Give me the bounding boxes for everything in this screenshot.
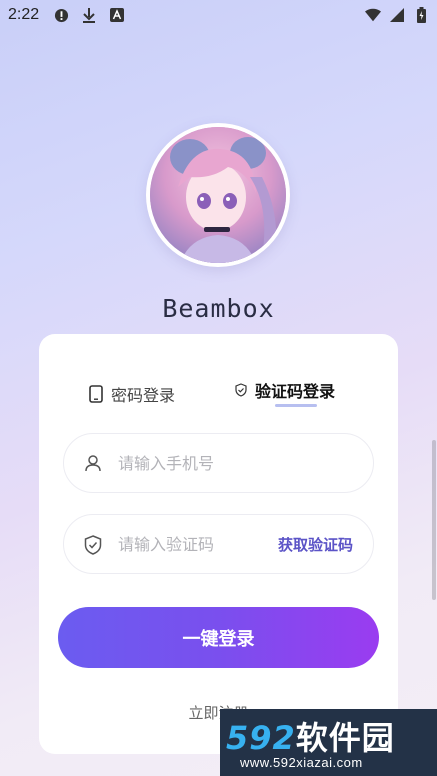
watermark-logo-number: 592 (226, 719, 296, 757)
phone-field[interactable] (63, 433, 374, 493)
alert-circle-icon (53, 7, 69, 23)
shield-icon (84, 535, 102, 555)
tab-password-label: 密码登录 (111, 386, 176, 405)
watermark-logo-text: 软件园 (295, 719, 395, 757)
tab-code-label: 验证码登录 (255, 382, 336, 401)
phone-icon (89, 385, 103, 403)
avatar (146, 123, 290, 267)
code-input[interactable] (118, 534, 278, 554)
watermark-url: www.592xiazai.com (240, 755, 363, 770)
avatar-image (150, 127, 286, 263)
status-time: 2:22 (8, 6, 40, 23)
get-code-button[interactable]: 获取验证码 (278, 534, 353, 555)
tab-password-login[interactable]: 密码登录 (89, 382, 175, 406)
wifi-icon (365, 7, 381, 23)
code-field[interactable]: 获取验证码 (63, 514, 374, 574)
status-bar: 2:22 (0, 0, 437, 30)
shield-check-icon (235, 383, 247, 397)
tab-code-login[interactable]: 验证码登录 (235, 378, 335, 402)
login-card: 密码登录 验证码登录 获取验证码 一键登录 立即注册 (39, 334, 398, 754)
active-tab-indicator (275, 404, 317, 407)
site-watermark: 592软件园 www.592xiazai.com (220, 709, 437, 776)
phone-input[interactable] (118, 453, 353, 473)
signal-icon (389, 7, 405, 23)
status-icons-left (53, 7, 125, 23)
battery-icon (413, 7, 429, 23)
brand-name: Beambox (162, 294, 275, 323)
download-icon (81, 7, 97, 23)
status-icons-right (365, 7, 429, 23)
scrollbar[interactable] (432, 440, 436, 600)
login-tabs: 密码登录 验证码登录 (39, 376, 398, 416)
login-button[interactable]: 一键登录 (58, 607, 379, 668)
watermark-logo: 592软件园 (226, 713, 395, 759)
user-icon (84, 454, 102, 472)
text-a-icon (109, 7, 125, 23)
